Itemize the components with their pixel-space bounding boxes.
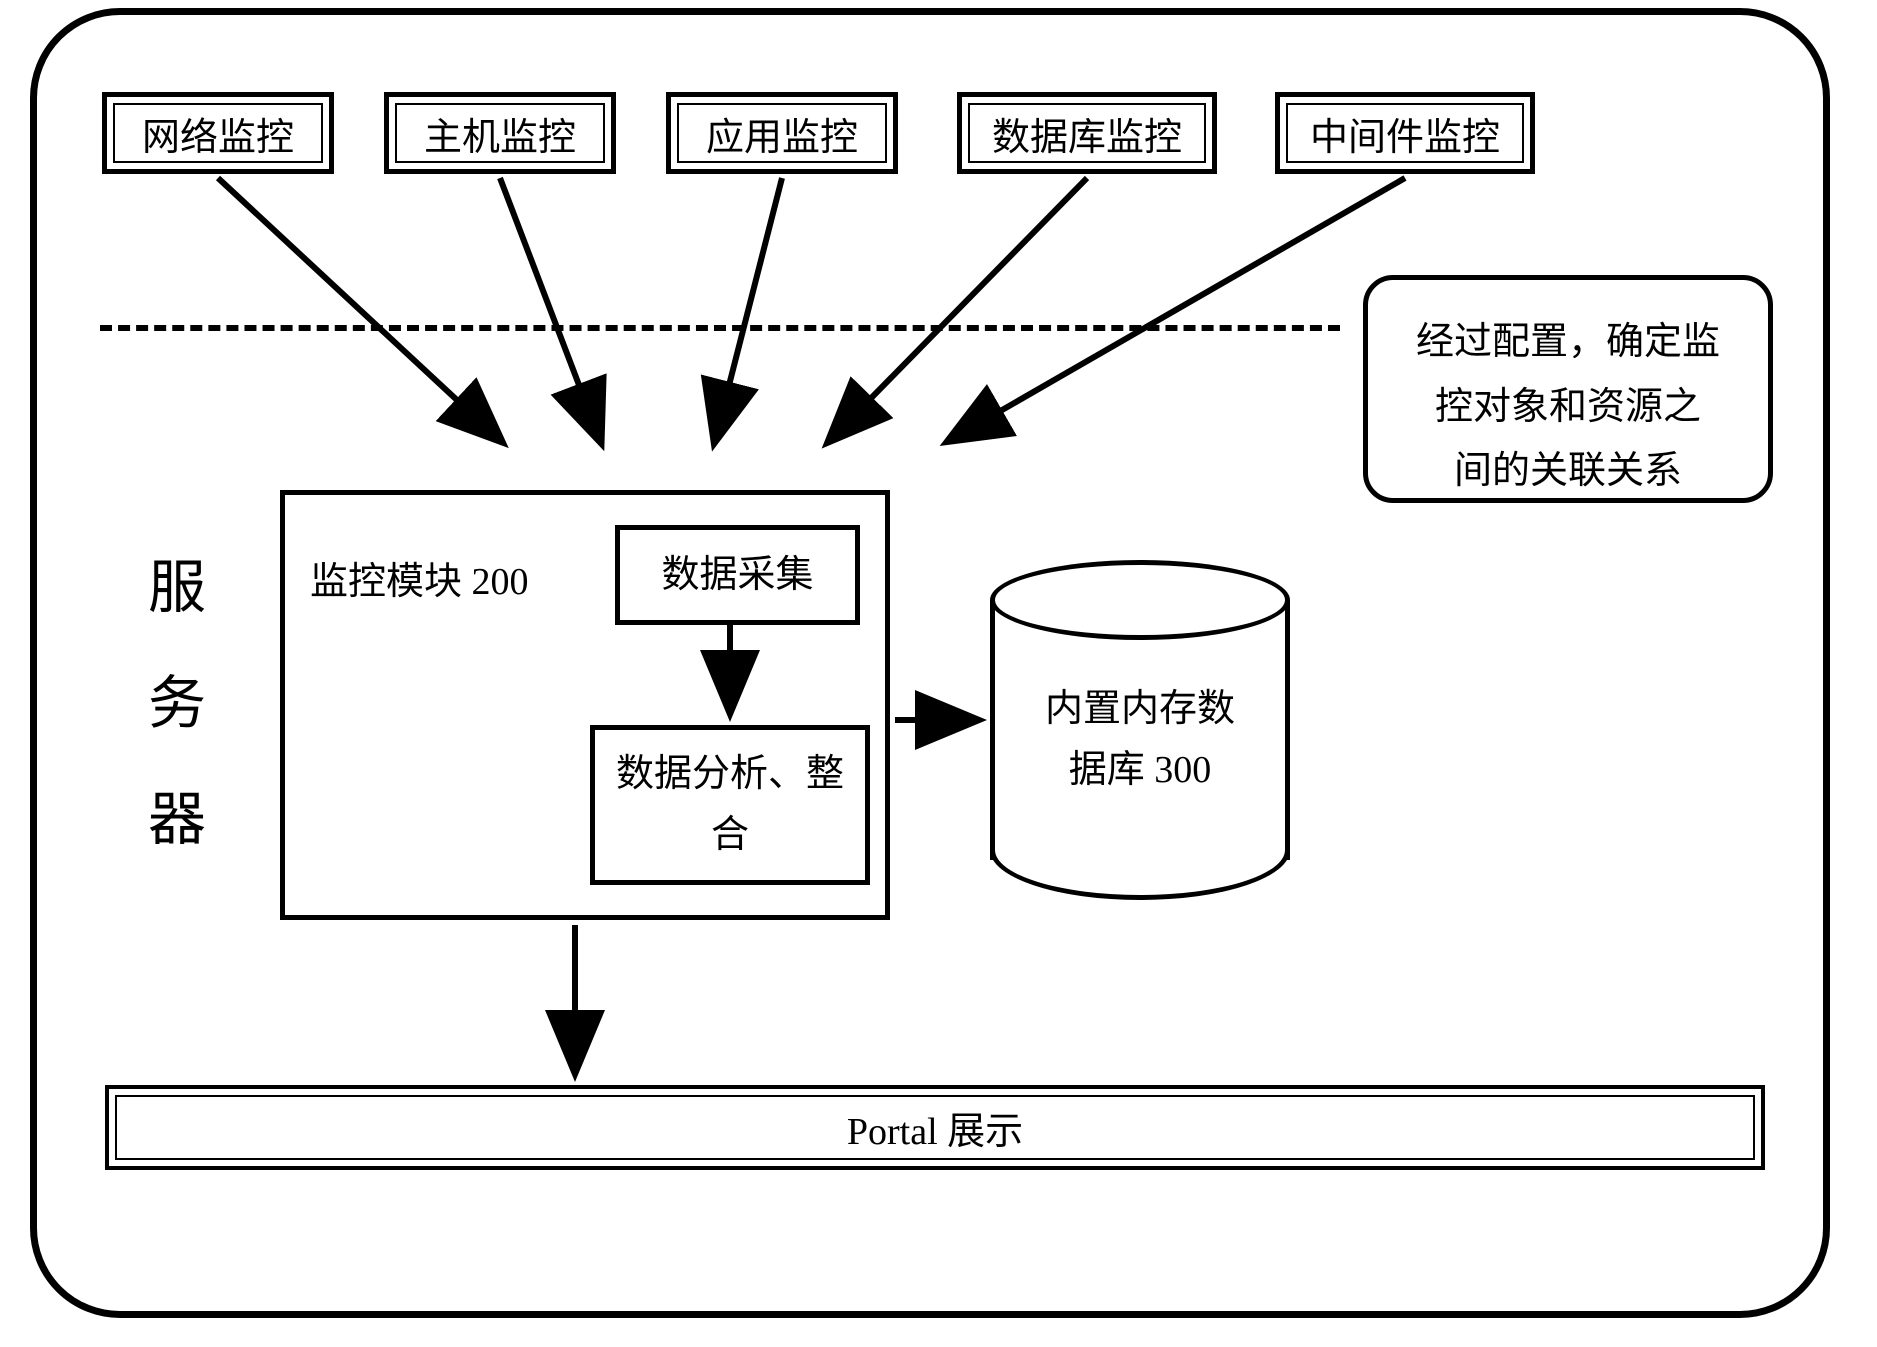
module-title: 监控模块 200 [310, 550, 529, 605]
label: 网络监控 [142, 106, 294, 161]
sub-analyze-text: 数据分析、整 合 [616, 744, 844, 866]
top-box-host: 主机监控 [384, 92, 616, 174]
database-label: 内置内存数 据库 300 [1045, 679, 1235, 801]
top-box-database: 数据库监控 [957, 92, 1217, 174]
database-cylinder: 内置内存数 据库 300 [990, 560, 1290, 900]
sub-box-analyze: 数据分析、整 合 [590, 725, 870, 885]
label: 主机监控 [424, 106, 576, 161]
label: 中间件监控 [1310, 106, 1500, 161]
dashed-separator [100, 325, 1340, 331]
label: 应用监控 [706, 106, 858, 161]
portal-box: Portal 展示 [105, 1085, 1765, 1170]
top-box-app: 应用监控 [666, 92, 898, 174]
config-note: 经过配置，确定监 控对象和资源之 间的关联关系 [1363, 275, 1773, 503]
top-box-middleware: 中间件监控 [1275, 92, 1535, 174]
config-note-text: 经过配置，确定监 控对象和资源之 间的关联关系 [1416, 321, 1720, 492]
diagram-canvas: 网络监控 主机监控 应用监控 数据库监控 中间件监控 经过配置，确定监 控对象和… [0, 0, 1877, 1347]
server-label-text: 服 务 器 [148, 555, 206, 852]
sub-box-collect: 数据采集 [615, 525, 860, 625]
sub-collect-text: 数据采集 [661, 545, 813, 606]
top-box-network: 网络监控 [102, 92, 334, 174]
server-label: 服 务 器 [148, 530, 206, 878]
portal-label: Portal 展示 [847, 1100, 1023, 1155]
module-box: 监控模块 200 数据采集 数据分析、整 合 [280, 490, 890, 920]
label: 数据库监控 [992, 106, 1182, 161]
